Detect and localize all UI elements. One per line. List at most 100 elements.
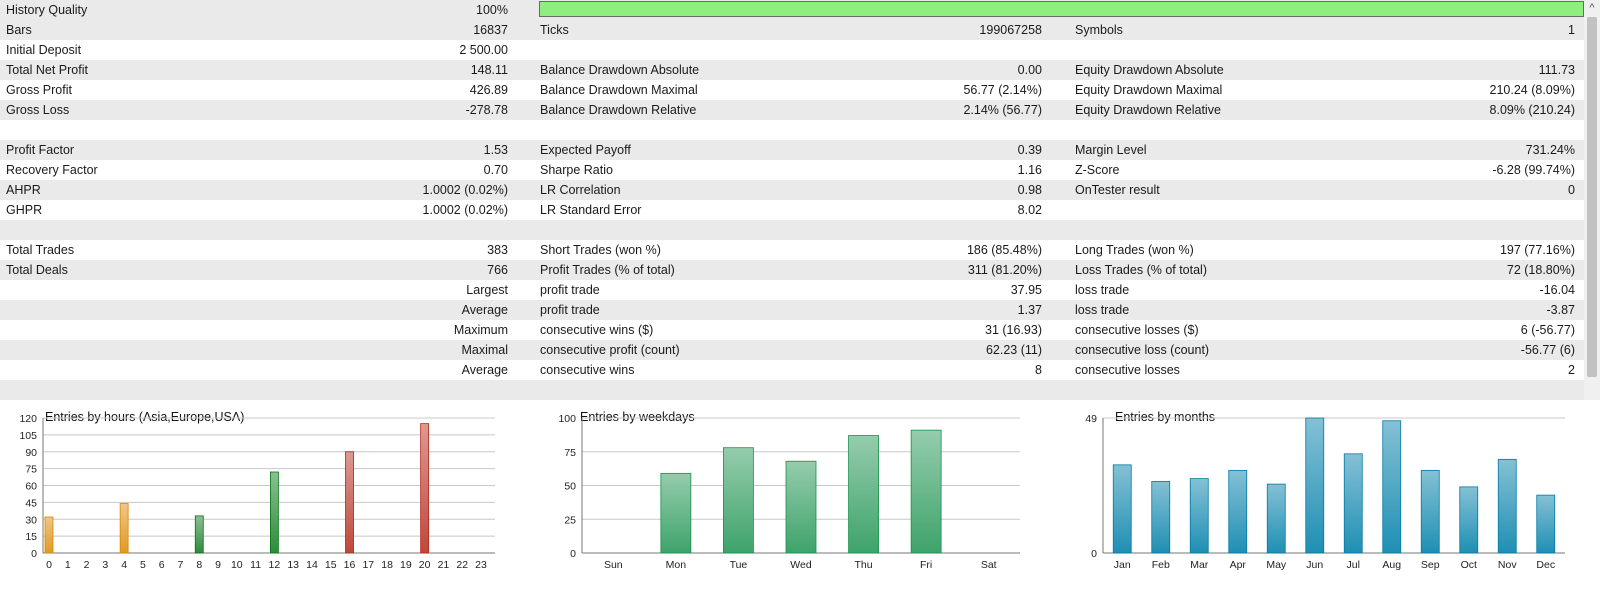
x-tick-label: 22: [456, 559, 468, 571]
metric-value: [6, 220, 508, 240]
y-tick-label: 100: [558, 413, 576, 425]
chart-bar: [1228, 469, 1248, 554]
x-tick-label: 10: [231, 559, 243, 571]
y-tick-label: 45: [25, 497, 37, 509]
x-tick-label: Oct: [1461, 559, 1477, 571]
y-tick-label: 0: [31, 548, 37, 560]
metric-value: 56.77 (2.14%): [963, 83, 1042, 97]
metric-value: -16.04: [1539, 283, 1575, 297]
report-row: Maximal consecutive profit (count) 62.23 (…: [0, 340, 1584, 360]
metric-value: [1075, 220, 1575, 240]
metric-value: 31 (16.93): [985, 323, 1042, 337]
chart-bar: [1189, 478, 1209, 554]
x-tick-label: Mon: [666, 559, 687, 571]
metric-value: 0.00: [1017, 63, 1042, 77]
chart-entries-by-months: Entries by months 0 49 Jan Feb Mar Apr May Jun J…: [1055, 400, 1585, 593]
x-tick-label: Tue: [730, 559, 748, 571]
vertical-scrollbar[interactable]: ^: [1584, 0, 1600, 400]
metric-value: Largest: [466, 283, 508, 297]
report-row: Initial Deposit 2 500.00: [0, 40, 1584, 60]
metric-value: 8: [1035, 363, 1042, 377]
y-tick-label: 0: [570, 548, 576, 560]
x-tick-label: Feb: [1152, 559, 1170, 571]
report-row: Total Deals 766 Profit Trades (% of total)…: [0, 260, 1584, 280]
metric-value: [1075, 200, 1575, 220]
y-tick-label: 50: [564, 481, 576, 493]
metric-value: 1.53: [483, 143, 508, 157]
report-row: Average profit trade 1.37 loss trade -3.87: [0, 300, 1584, 320]
chart-bar: [1459, 486, 1479, 554]
y-tick-label: 0: [1091, 548, 1097, 560]
metric-value: 383: [487, 243, 508, 257]
report-row: Maximum consecutive wins ($) 31 (16.93) con…: [0, 320, 1584, 340]
metric-value: 2.14% (56.77): [963, 103, 1042, 117]
x-tick-label: Sep: [1421, 559, 1440, 571]
metric-value: 111.73: [1538, 63, 1575, 77]
x-tick-label: 19: [400, 559, 412, 571]
metric-value: -6.28 (99.74%): [1492, 163, 1575, 177]
x-tick-label: 20: [419, 559, 431, 571]
x-tick-label: 6: [159, 559, 165, 571]
chart-bar: [1382, 420, 1402, 554]
metric-value: 1: [1568, 23, 1575, 37]
chart-svg: 0 49 Jan Feb Mar Apr May Jun Jul Aug Sep Oct Nov Dec: [1085, 413, 1565, 571]
chevron-up-icon[interactable]: ^: [1584, 0, 1600, 16]
x-tick-label: Fri: [920, 559, 932, 571]
metric-value: -56.77 (6): [1520, 343, 1575, 357]
report-row: Gross Profit 426.89 Balance Drawdown Maxim…: [0, 80, 1584, 100]
y-tick-label: 49: [1085, 413, 1097, 425]
metric-value: 2: [1568, 363, 1575, 377]
y-tick-label: 75: [564, 447, 576, 459]
y-tick-label: 105: [19, 430, 37, 442]
metric-value: 62.23 (11): [985, 343, 1042, 357]
metric-value: 0: [1568, 183, 1575, 197]
x-tick-label: 11: [250, 559, 261, 571]
x-tick-label: Thu: [855, 559, 873, 571]
metric-value: -278.78: [465, 103, 508, 117]
x-tick-label: Dec: [1536, 559, 1555, 571]
chart-bar: [119, 503, 129, 554]
report-row: [0, 380, 1584, 400]
metric-value: 426.89: [469, 83, 508, 97]
metric-value: Maximal: [461, 343, 508, 357]
x-tick-label: Mar: [1190, 559, 1209, 571]
chart-svg: 0 25 50 75 100 Sun Mon Tue Wed Thu Fri Sat: [558, 413, 1020, 571]
metric-value: 8.02: [1017, 203, 1042, 217]
y-tick-label: 25: [564, 514, 576, 526]
report-row: AHPR 1.0002 (0.02%) LR Correlation 0.98 OnTe…: [0, 180, 1584, 200]
x-tick-label: 0: [46, 559, 52, 571]
metric-value: -3.87: [1546, 303, 1576, 317]
metric-value: 0.39: [1017, 143, 1042, 157]
report-row: Largest profit trade 37.95 loss trade -16.04: [0, 280, 1584, 300]
metric-value: [6, 120, 508, 140]
x-tick-label: 3: [102, 559, 108, 571]
chart-bar: [1536, 494, 1556, 554]
chart-bar: [910, 429, 942, 554]
metric-value: 8.09% (210.24): [1489, 103, 1575, 117]
metric-value: 197 (77.16%): [1499, 243, 1575, 257]
chart-bar: [269, 471, 279, 554]
chart-bar: [660, 472, 692, 554]
x-tick-label: 2: [84, 559, 90, 571]
report-row: Bars 16837 Ticks 199067258 Symbols 1: [0, 20, 1584, 40]
metric-value: [540, 220, 1042, 240]
charts-panel: Entries by hours (Asia,Europe,USA) 0 15 30…: [0, 400, 1600, 593]
chart-bar: [785, 460, 817, 554]
chart-bar: [194, 515, 204, 554]
metric-value: 1.16: [1017, 163, 1042, 177]
metric-value: 1.0002 (0.02%): [422, 203, 508, 217]
x-tick-label: Jan: [1114, 559, 1131, 571]
x-tick-label: 15: [325, 559, 337, 571]
chart-bar: [1343, 453, 1363, 554]
y-tick-label: 60: [25, 481, 37, 493]
x-tick-label: Aug: [1382, 559, 1401, 571]
y-tick-label: 75: [25, 464, 37, 476]
metric-value: [540, 380, 1042, 400]
scrollbar-thumb[interactable]: [1587, 17, 1597, 377]
metric-value: 731.24%: [1525, 143, 1575, 157]
y-tick-label: 90: [25, 447, 37, 459]
chart-bar: [420, 423, 430, 554]
y-tick-label: 15: [25, 531, 37, 543]
metric-value: 1.0002 (0.02%): [422, 183, 508, 197]
chart-bar: [1112, 464, 1132, 554]
